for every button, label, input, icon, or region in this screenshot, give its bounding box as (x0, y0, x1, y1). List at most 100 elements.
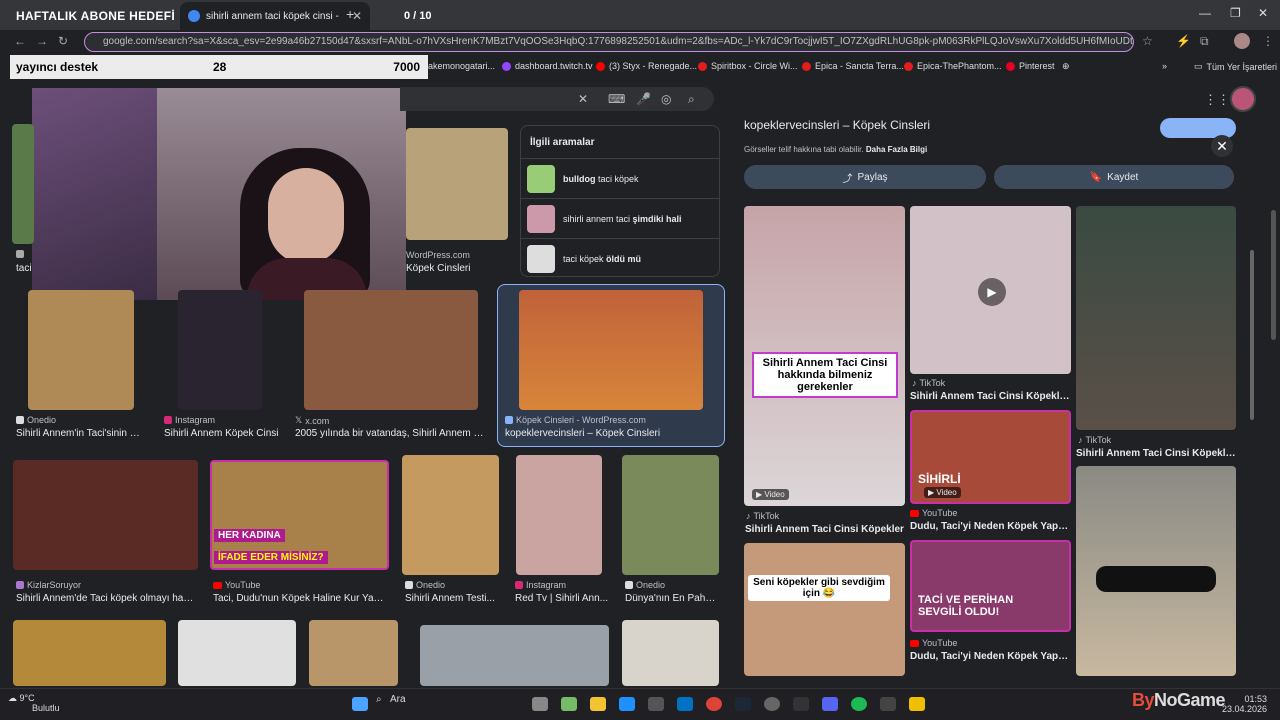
tab-active[interactable]: sihirli annem taci köpek cinsi - ✕ (180, 2, 370, 30)
panel-image[interactable]: SİHİRLİ ▶ Video (910, 410, 1071, 504)
star-icon[interactable]: ☆ (1142, 34, 1153, 48)
support-value-2: 7000 (393, 60, 420, 74)
support-bar: yayıncı destek 28 7000 (10, 55, 428, 79)
chrome-icon[interactable] (706, 697, 722, 711)
related-searches: İlgili aramalar bulldog taci köpek sihir… (520, 125, 720, 277)
image-source: ♪ TikTok (746, 511, 780, 521)
bookmark-item[interactable]: Pinterest (1006, 61, 1055, 71)
image-thumb[interactable] (178, 620, 296, 686)
menu-icon[interactable]: ⋮ (1262, 34, 1274, 48)
keyboard-icon[interactable]: ⌨ (608, 92, 625, 106)
sunglasses (1096, 566, 1216, 592)
related-item[interactable]: sihirli annem taci şimdiki hali (521, 198, 719, 238)
close-window-icon[interactable]: ✕ (1258, 6, 1268, 20)
account-avatar[interactable] (1230, 86, 1256, 112)
save-button[interactable]: 🔖 Kaydet (994, 165, 1234, 189)
all-bookmarks[interactable]: ▭ Tüm Yer İşaretleri (1194, 61, 1277, 72)
lens-icon[interactable]: ◎ (661, 92, 671, 106)
related-item[interactable]: bulldog taci köpek (521, 158, 719, 198)
image-thumb[interactable] (406, 128, 508, 240)
image-thumb[interactable] (304, 290, 478, 410)
pinterest-icon (1006, 61, 1015, 71)
share-button[interactable]: ⤴ Paylaş (744, 165, 986, 189)
image-caption: Seni köpekler gibi sevdiğim için 😂 (748, 575, 890, 601)
panel-image[interactable]: ▶ (910, 206, 1071, 374)
image-title: Sihirli Annem Taci Cinsi Köpekler (745, 524, 904, 535)
weather-widget[interactable]: ☁ 9°C Bulutlu (8, 693, 60, 713)
obs-icon[interactable] (764, 697, 780, 711)
image-thumb[interactable] (178, 290, 262, 410)
image-title: Sihirli Annem'in Taci'sinin D... (16, 428, 144, 439)
forward-icon[interactable]: → (36, 34, 48, 48)
image-thumb[interactable] (622, 455, 719, 575)
bookmark-item[interactable]: (3) Styx - Renegade... (596, 61, 697, 71)
cloud-icon: ☁ (8, 693, 17, 703)
panel-image[interactable]: TACİ VE PERİHAN SEVGİLİ OLDU! (910, 540, 1071, 632)
app-icon[interactable] (880, 697, 896, 711)
panel-scrollbar[interactable] (1250, 250, 1254, 420)
edge-icon[interactable] (619, 697, 635, 711)
image-source: Onedio (405, 580, 445, 590)
image-thumb[interactable] (402, 455, 499, 575)
panel-image[interactable]: Sihirli Annem Taci Cinsi hakkında bilmen… (744, 206, 905, 506)
play-icon[interactable]: ▶ (978, 278, 1006, 306)
mail-icon[interactable] (677, 697, 693, 711)
image-thumb[interactable] (28, 290, 134, 410)
globe-icon[interactable]: ⊕ (1062, 61, 1070, 72)
image-thumb[interactable] (519, 290, 703, 410)
page-scrollbar[interactable] (1271, 210, 1276, 340)
image-thumb[interactable] (13, 620, 166, 686)
more-info-link[interactable]: Daha Fazla Bilgi (866, 145, 927, 154)
image-title: Sihirli Annem Taci Cinsi Köpekler | TikT… (910, 391, 1070, 402)
image-thumb[interactable] (309, 620, 398, 686)
search-icon[interactable]: ⌕ (688, 92, 695, 107)
new-tab-button[interactable]: + (346, 6, 354, 22)
bookmark-item[interactable]: Epica-ThePhantom... (904, 61, 1002, 71)
panel-image[interactable] (1076, 466, 1236, 676)
image-thumb[interactable] (420, 625, 609, 686)
profile-avatar[interactable] (1234, 33, 1250, 49)
app-icon[interactable] (561, 697, 577, 711)
steam-icon[interactable] (735, 697, 751, 711)
reload-icon[interactable]: ↻ (58, 34, 68, 48)
image-title: Sihirli Annem'de Taci köpek olmayı hak .… (16, 593, 196, 604)
panel-image[interactable]: Seni köpekler gibi sevdiğim için 😂 (744, 543, 905, 676)
address-bar[interactable]: google.com/search?sa=X&sca_esv=2e99a46b2… (84, 32, 1134, 52)
image-thumb[interactable] (13, 460, 198, 570)
image-thumb[interactable] (622, 620, 719, 686)
store-icon[interactable] (648, 697, 664, 711)
bookmark-item[interactable]: dashboard.twitch.tv (502, 61, 593, 71)
bookmark-item[interactable]: Epica - Sancta Terra... (802, 61, 904, 71)
bookmark-item[interactable]: Spiritbox - Circle Wi... (698, 61, 798, 71)
translate-icon[interactable]: ⚡ (1176, 34, 1191, 48)
discord-icon[interactable] (822, 697, 838, 711)
clear-icon[interactable]: ✕ (578, 92, 588, 106)
clock[interactable]: 01:53 23.04.2026 (1222, 694, 1267, 714)
mic-icon[interactable]: 🎤 (636, 92, 651, 106)
image-thumb[interactable] (12, 124, 34, 244)
related-heading: İlgili aramalar (530, 137, 595, 148)
maximize-icon[interactable]: ❐ (1230, 6, 1241, 20)
image-source: KizlarSoruyor (16, 580, 81, 590)
extensions-icon[interactable]: ⧉ (1200, 34, 1209, 49)
back-icon[interactable]: ← (14, 34, 26, 48)
image-caption: TACİ VE PERİHAN SEVGİLİ OLDU! (918, 594, 1014, 618)
related-item[interactable]: taci köpek öldü mü (521, 238, 719, 278)
panel-image[interactable] (1076, 206, 1236, 430)
app-icon[interactable] (909, 697, 925, 711)
taskbar (0, 688, 1280, 720)
bookmark-item[interactable]: akemonogatari... (428, 61, 495, 71)
taskbar-search[interactable]: ⌕ Ara (376, 694, 406, 705)
close-panel-button[interactable]: ✕ (1211, 135, 1233, 157)
windows-start-icon[interactable] (352, 697, 368, 711)
instagram-icon (164, 416, 172, 424)
spotify-icon[interactable] (851, 697, 867, 711)
chevron-right-icon[interactable]: » (1162, 61, 1167, 71)
image-thumb[interactable]: HER KADINA İFADE EDER MİSİNİZ? (210, 460, 389, 570)
file-explorer-icon[interactable] (590, 697, 606, 711)
image-thumb[interactable] (516, 455, 602, 575)
task-view-icon[interactable] (532, 697, 548, 711)
apps-icon[interactable]: ⋮⋮ (1204, 92, 1230, 108)
app-icon[interactable] (793, 697, 809, 711)
minimize-icon[interactable]: — (1199, 6, 1211, 20)
